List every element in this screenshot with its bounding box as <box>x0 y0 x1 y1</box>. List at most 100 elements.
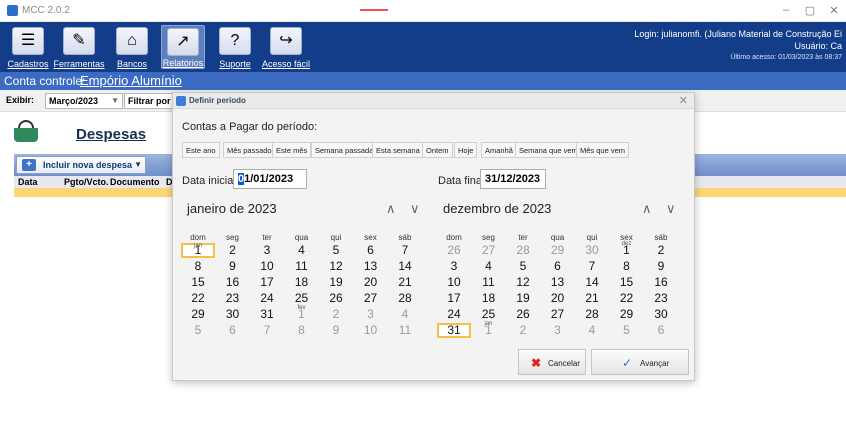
calendar-day[interactable]: 6 <box>216 323 250 338</box>
column-header[interactable]: Data <box>18 177 38 187</box>
calendar-day[interactable]: 8 <box>285 323 319 338</box>
calendar-day[interactable]: 21 <box>575 291 609 306</box>
calendar-day[interactable]: 20 <box>541 291 575 306</box>
calendar-day[interactable]: 10 <box>354 323 388 338</box>
calendar-day[interactable]: 17 <box>250 275 284 290</box>
cancelar-button[interactable]: ✖ Cancelar <box>518 349 586 375</box>
acesso-facil-button[interactable]: ↪ Acesso fácil <box>262 25 310 69</box>
calendar-day[interactable]: 29 <box>181 307 215 322</box>
column-header[interactable]: Documento <box>110 177 160 187</box>
calendar-day[interactable]: 10 <box>250 259 284 274</box>
calendar-day[interactable]: 13 <box>354 259 388 274</box>
calendar-start-prev[interactable]: ∧ <box>386 201 396 217</box>
calendar-day[interactable]: 2 <box>506 323 540 338</box>
close-button[interactable]: ✕ <box>826 4 842 17</box>
calendar-day[interactable]: 19 <box>319 275 353 290</box>
incluir-despesa-button[interactable]: + Incluir nova despesa ▼ <box>16 156 146 174</box>
calendar-day[interactable]: 5 <box>319 243 353 258</box>
calendar-day[interactable]: 9 <box>319 323 353 338</box>
period-este-ano[interactable]: Este ano <box>182 142 220 158</box>
calendar-day[interactable]: 5 <box>181 323 215 338</box>
calendar-day[interactable]: 15 <box>610 275 644 290</box>
calendar-day[interactable]: 30 <box>216 307 250 322</box>
calendar-day[interactable]: 4 <box>285 243 319 258</box>
calendar-day[interactable]: 15 <box>181 275 215 290</box>
calendar-day[interactable]: 2 <box>644 243 678 258</box>
calendar-day[interactable]: 6 <box>644 323 678 338</box>
calendar-day[interactable]: 21 <box>388 275 422 290</box>
calendar-day[interactable]: 9 <box>644 259 678 274</box>
period-amanha[interactable]: Amanhã <box>481 142 517 158</box>
calendar-day[interactable]: 3 <box>250 243 284 258</box>
period-ontem[interactable]: Ontem <box>422 142 453 158</box>
calendar-day[interactable]: 18 <box>472 291 506 306</box>
calendar-day[interactable]: 9 <box>216 259 250 274</box>
calendar-day[interactable]: 14 <box>388 259 422 274</box>
calendar-day[interactable]: 20 <box>354 275 388 290</box>
calendar-day[interactable]: 28 <box>388 291 422 306</box>
calendar-day[interactable]: 24 <box>437 307 471 322</box>
calendar-day[interactable]: 4 <box>575 323 609 338</box>
calendar-day[interactable]: 5 <box>506 259 540 274</box>
calendar-day[interactable]: 31 <box>250 307 284 322</box>
calendar-day[interactable]: 22 <box>181 291 215 306</box>
calendar-day[interactable]: 18 <box>285 275 319 290</box>
calendar-day[interactable]: 6 <box>354 243 388 258</box>
calendar-day[interactable]: 7 <box>388 243 422 258</box>
calendar-day[interactable]: 13 <box>541 275 575 290</box>
period-mes-passado[interactable]: Mês passado <box>223 142 276 158</box>
calendar-day[interactable]: jan 1 <box>181 243 215 258</box>
calendar-day[interactable]: 26 <box>506 307 540 322</box>
minimize-button[interactable]: – <box>778 4 794 16</box>
period-semana-passada[interactable]: Semana passada <box>311 142 378 158</box>
calendar-day[interactable]: 7 <box>575 259 609 274</box>
calendar-day[interactable]: 27 <box>541 307 575 322</box>
avancar-button[interactable]: ✓ Avançar <box>591 349 689 375</box>
calendar-day[interactable]: 2 <box>319 307 353 322</box>
calendar-day[interactable]: 31 <box>437 323 471 338</box>
calendar-day[interactable]: fev 1 <box>285 305 319 322</box>
relatorios-button[interactable]: ↗ Relatórios <box>161 25 205 69</box>
maximize-button[interactable]: ▢ <box>802 4 818 17</box>
cadastros-button[interactable]: ☰ Cadastros <box>7 25 49 69</box>
calendar-day[interactable]: 24 <box>250 291 284 306</box>
calendar-day[interactable]: 16 <box>216 275 250 290</box>
calendar-day[interactable]: 23 <box>216 291 250 306</box>
calendar-day[interactable]: 4 <box>472 259 506 274</box>
period-hoje[interactable]: Hoje <box>454 142 478 158</box>
bancos-button[interactable]: ⌂ Bancos <box>112 25 152 69</box>
column-header[interactable]: Pgto/Vcto. <box>64 177 109 187</box>
calendar-day[interactable]: 16 <box>644 275 678 290</box>
calendar-day[interactable]: 11 <box>472 275 506 290</box>
chevron-down-icon[interactable]: ▼ <box>134 160 142 169</box>
calendar-day[interactable]: 29 <box>610 307 644 322</box>
period-semana-que-vem[interactable]: Semana que vem <box>515 142 582 158</box>
calendar-start-next[interactable]: ∨ <box>410 201 420 217</box>
calendar-day[interactable]: 19 <box>506 291 540 306</box>
calendar-day[interactable]: 28 <box>575 307 609 322</box>
calendar-day[interactable]: 25 <box>285 291 319 306</box>
dialog-close-icon[interactable]: ✕ <box>679 94 688 107</box>
calendar-day[interactable]: 8 <box>181 259 215 274</box>
calendar-day[interactable]: 28 <box>506 243 540 258</box>
calendar-day[interactable]: 5 <box>610 323 644 338</box>
calendar-day[interactable]: 17 <box>437 291 471 306</box>
calendar-day[interactable]: 14 <box>575 275 609 290</box>
exibir-select[interactable]: Março/2023 ▼ <box>45 93 123 109</box>
calendar-day[interactable]: 29 <box>541 243 575 258</box>
calendar-day[interactable]: 23 <box>644 291 678 306</box>
period-este-mes[interactable]: Este mês <box>272 142 312 158</box>
calendar-day[interactable]: 2 <box>216 243 250 258</box>
ferramentas-button[interactable]: ✎ Ferramentas <box>53 25 105 69</box>
calendar-day[interactable]: 26 <box>319 291 353 306</box>
calendar-day[interactable]: 11 <box>285 259 319 274</box>
calendar-day[interactable]: 3 <box>437 259 471 274</box>
calendar-day[interactable]: 4 <box>388 307 422 322</box>
calendar-end-prev[interactable]: ∧ <box>642 201 652 217</box>
filtrar-button[interactable]: Filtrar por da <box>124 93 176 109</box>
calendar-day[interactable]: 6 <box>541 259 575 274</box>
calendar-day[interactable]: 11 <box>388 323 422 338</box>
data-final-input[interactable]: 31/12/2023 <box>480 169 546 189</box>
calendar-day[interactable]: 12 <box>506 275 540 290</box>
calendar-day[interactable]: 8 <box>610 259 644 274</box>
